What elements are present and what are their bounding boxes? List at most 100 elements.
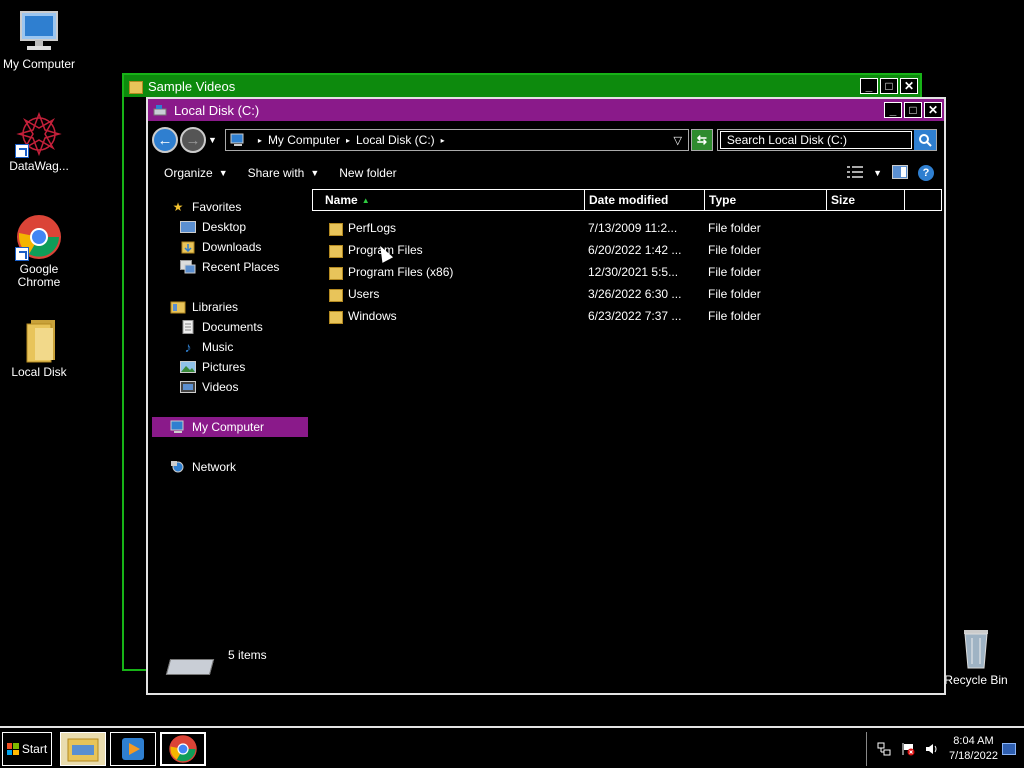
maximize-button[interactable]: □ bbox=[904, 102, 922, 118]
chevron-down-icon: ▼ bbox=[218, 168, 228, 178]
window-local-disk[interactable]: Local Disk (C:) _ □ ✕ ← → ▼ ▸ My Compute… bbox=[146, 97, 946, 695]
minimize-button[interactable]: _ bbox=[860, 78, 878, 94]
column-label: Type bbox=[709, 193, 737, 207]
column-header-type[interactable]: Type bbox=[705, 190, 827, 210]
column-header-date[interactable]: Date modified bbox=[585, 190, 705, 210]
pictures-icon bbox=[180, 360, 196, 374]
taskbar-chrome-button[interactable] bbox=[160, 732, 206, 766]
desktop-icon-google-chrome[interactable]: Google Chrome bbox=[0, 213, 78, 289]
folder-icon bbox=[328, 265, 343, 280]
desktop-icon-my-computer[interactable]: My Computer bbox=[0, 8, 78, 71]
address-bar[interactable]: ▸ My Computer ▸ Local Disk (C:) ▸ ▽ bbox=[224, 129, 689, 151]
action-center-flag-icon[interactable] bbox=[901, 742, 915, 756]
desktop-icon-label: Google Chrome bbox=[17, 262, 61, 289]
breadcrumb-separator[interactable]: ▸ bbox=[441, 136, 445, 145]
search-input[interactable] bbox=[719, 131, 912, 149]
recent-places-icon bbox=[180, 260, 196, 274]
taskbar-media-player-button[interactable] bbox=[110, 732, 156, 766]
close-button[interactable]: ✕ bbox=[900, 78, 918, 94]
preview-pane-icon[interactable] bbox=[892, 164, 908, 182]
nav-my-computer[interactable]: My Computer bbox=[152, 417, 308, 437]
nav-recent-places[interactable]: Recent Places bbox=[152, 257, 308, 277]
file-name: Users bbox=[348, 287, 380, 301]
minimize-button[interactable]: _ bbox=[884, 102, 902, 118]
file-type: File folder bbox=[708, 265, 761, 279]
breadcrumb-separator[interactable]: ▸ bbox=[346, 136, 350, 145]
share-with-button[interactable]: Share with ▼ bbox=[248, 166, 320, 180]
help-icon[interactable]: ? bbox=[918, 165, 934, 181]
breadcrumb-my-computer[interactable]: My Computer bbox=[268, 133, 340, 147]
back-button[interactable]: ← bbox=[152, 127, 178, 153]
network-tray-icon[interactable] bbox=[877, 742, 891, 756]
view-options-icon[interactable] bbox=[847, 165, 864, 181]
nav-downloads[interactable]: Downloads bbox=[152, 237, 308, 257]
desktop-icon-label: Local Disk bbox=[11, 365, 67, 379]
recycle-bin-icon bbox=[952, 624, 1000, 672]
organize-button[interactable]: Organize ▼ bbox=[164, 166, 228, 180]
table-row[interactable]: Windows 6/23/2022 7:37 ... File folder bbox=[312, 305, 942, 327]
chrome-icon bbox=[169, 735, 197, 763]
breadcrumb-separator[interactable]: ▸ bbox=[258, 136, 262, 145]
chrome-icon bbox=[15, 213, 63, 261]
file-date: 6/20/2022 1:42 ... bbox=[588, 243, 682, 257]
search-button[interactable] bbox=[913, 130, 936, 150]
table-row[interactable]: Users 3/26/2022 6:30 ... File folder bbox=[312, 283, 942, 305]
desktop-icon-recycle-bin[interactable]: Recycle Bin bbox=[937, 624, 1015, 687]
column-header-size[interactable]: Size bbox=[827, 190, 905, 210]
view-dropdown-icon[interactable]: ▼ bbox=[873, 168, 882, 178]
column-header-name[interactable]: Name ▲ bbox=[313, 190, 585, 210]
new-folder-label: New folder bbox=[339, 166, 397, 180]
clock[interactable]: 8:04 AM 7/18/2022 bbox=[949, 734, 998, 764]
computer-icon bbox=[15, 8, 63, 56]
desktop-icon-label: Recycle Bin bbox=[944, 673, 1008, 687]
show-desktop-button[interactable] bbox=[1002, 743, 1016, 755]
file-type: File folder bbox=[708, 287, 761, 301]
nav-libraries[interactable]: Libraries bbox=[152, 297, 308, 317]
desktop-icon bbox=[180, 220, 196, 234]
item-count: 5 items bbox=[228, 648, 267, 662]
start-button[interactable]: Start bbox=[2, 732, 52, 766]
column-header-row: Name ▲ Date modified Type Size bbox=[312, 189, 942, 211]
nav-pictures[interactable]: Pictures bbox=[152, 357, 308, 377]
libraries-icon bbox=[170, 300, 186, 314]
breadcrumb-local-disk[interactable]: Local Disk (C:) bbox=[356, 133, 435, 147]
titlebar[interactable]: Local Disk (C:) _ □ ✕ bbox=[148, 99, 944, 121]
volume-icon[interactable] bbox=[925, 742, 939, 756]
table-row[interactable]: Program Files (x86) 12/30/2021 5:5... Fi… bbox=[312, 261, 942, 283]
nav-desktop[interactable]: Desktop bbox=[152, 217, 308, 237]
new-folder-button[interactable]: New folder bbox=[339, 166, 396, 180]
window-title: Local Disk (C:) bbox=[174, 102, 260, 118]
folder-icon bbox=[128, 79, 143, 94]
maximize-button[interactable]: □ bbox=[880, 78, 898, 94]
nav-favorites[interactable]: ★ Favorites bbox=[152, 197, 308, 217]
computer-small-icon bbox=[170, 420, 186, 434]
folder-icon bbox=[328, 287, 343, 302]
refresh-button[interactable]: ⇆ bbox=[690, 129, 713, 151]
table-row[interactable]: Program Files 6/20/2022 1:42 ... File fo… bbox=[312, 239, 942, 261]
documents-icon bbox=[180, 320, 196, 334]
media-player-icon bbox=[122, 738, 144, 760]
forward-button[interactable]: → bbox=[180, 127, 206, 153]
nav-documents[interactable]: Documents bbox=[152, 317, 308, 337]
address-dropdown-icon[interactable]: ▽ bbox=[673, 134, 681, 147]
folder-icon bbox=[15, 316, 63, 364]
desktop-icon-datawag[interactable]: DataWag... bbox=[0, 110, 78, 173]
star-icon: ★ bbox=[172, 200, 184, 214]
desktop-icon-local-disk[interactable]: Local Disk bbox=[0, 316, 78, 379]
nav-videos[interactable]: Videos bbox=[152, 377, 308, 397]
nav-network[interactable]: Network bbox=[152, 457, 308, 477]
taskbar-explorer-button[interactable] bbox=[60, 732, 106, 766]
table-row[interactable]: PerfLogs 7/13/2009 11:2... File folder bbox=[312, 217, 942, 239]
organize-label: Organize bbox=[164, 166, 213, 180]
nav-label: Videos bbox=[202, 380, 239, 394]
close-button[interactable]: ✕ bbox=[924, 102, 942, 118]
titlebar[interactable]: Sample Videos _ □ ✕ bbox=[124, 75, 920, 97]
column-label: Date modified bbox=[589, 193, 669, 207]
recent-pages-dropdown[interactable]: ▼ bbox=[208, 135, 217, 145]
taskbar: Start 8:04 AM 7/18/2022 bbox=[0, 726, 1024, 768]
column-header-filler bbox=[905, 190, 941, 210]
nav-label: Music bbox=[202, 340, 234, 354]
refresh-icon: ⇆ bbox=[696, 133, 707, 147]
folder-icon bbox=[328, 243, 343, 258]
nav-music[interactable]: ♪ Music bbox=[152, 337, 308, 357]
